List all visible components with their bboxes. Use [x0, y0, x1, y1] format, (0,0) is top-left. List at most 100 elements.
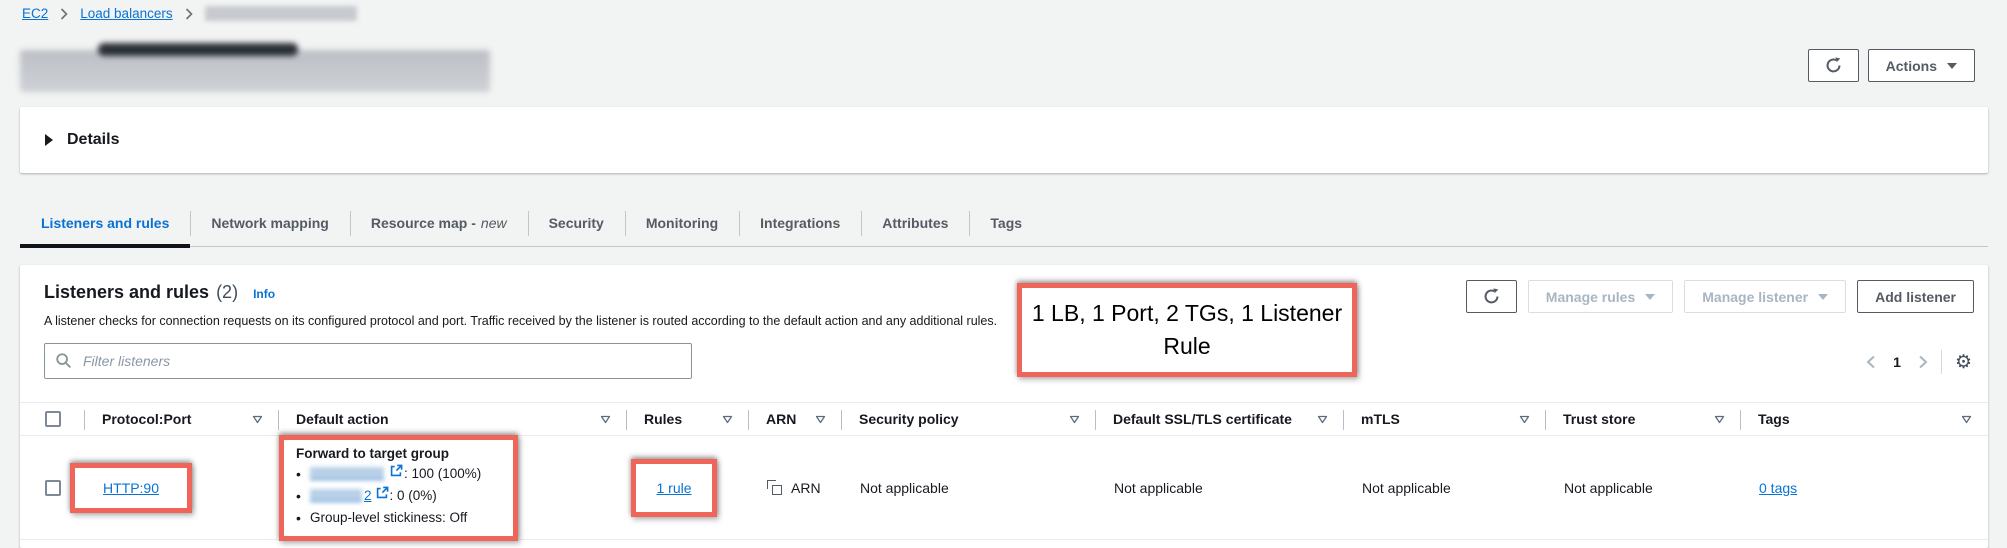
- table-header-row: Protocol:Port Default action Rules ARN S…: [20, 402, 1988, 436]
- next-page-icon[interactable]: [1918, 355, 1928, 369]
- sort-icon[interactable]: [815, 415, 826, 424]
- page-number[interactable]: 1: [1889, 354, 1905, 370]
- security-policy-cell: Not applicable: [842, 480, 1096, 496]
- manage-rules-button[interactable]: Manage rules: [1528, 280, 1673, 313]
- copy-icon[interactable]: [767, 480, 782, 495]
- chevron-right-icon: [60, 8, 68, 20]
- sort-icon[interactable]: [1069, 415, 1080, 424]
- tab-security[interactable]: Security: [528, 200, 625, 246]
- tab-bar: Listeners and rules Network mapping Reso…: [20, 200, 1988, 247]
- select-all-checkbox-cell: [20, 403, 85, 435]
- column-header-mtls[interactable]: mTLS: [1344, 403, 1546, 435]
- default-action-cell: Forward to target group : 100 (100%): [279, 435, 627, 541]
- redacted-target-group-2[interactable]: [310, 489, 362, 502]
- annotation-box-default-action: Forward to target group : 100 (100%): [279, 435, 518, 541]
- panel-description: A listener checks for connection request…: [44, 314, 997, 328]
- refresh-button[interactable]: [1808, 49, 1859, 82]
- annotation-callout: 1 LB, 1 Port, 2 TGs, 1 Listener Rule: [1017, 283, 1357, 377]
- tab-resource-map[interactable]: Resource map - new: [350, 200, 528, 246]
- breadcrumb: EC2 Load balancers: [22, 6, 357, 21]
- tags-link[interactable]: 0 tags: [1759, 480, 1797, 496]
- pagination-divider: [1941, 350, 1942, 374]
- filter-container: [44, 343, 692, 379]
- redacted-load-balancer-name: [205, 6, 357, 21]
- pagination: 1 ⚙: [1866, 350, 1972, 374]
- target-group-1-item: : 100 (100%): [296, 464, 503, 484]
- arn-cell: ARN: [749, 480, 842, 496]
- previous-page-icon[interactable]: [1866, 355, 1876, 369]
- actions-button-label: Actions: [1886, 58, 1937, 74]
- ec2-load-balancer-page: EC2 Load balancers Actions Details Liste…: [0, 0, 2007, 548]
- tab-tags[interactable]: Tags: [969, 200, 1043, 246]
- annotation-box-rules: 1 rule: [631, 459, 717, 517]
- chevron-down-icon: [1818, 294, 1828, 300]
- listeners-panel: Listeners and rules (2) Info A listener …: [20, 265, 1988, 548]
- tab-listeners-and-rules[interactable]: Listeners and rules: [20, 200, 190, 246]
- refresh-icon: [1483, 288, 1500, 305]
- sort-icon[interactable]: [600, 415, 611, 424]
- sort-icon[interactable]: [1714, 415, 1725, 424]
- gear-icon[interactable]: ⚙: [1955, 353, 1972, 372]
- row-checkbox[interactable]: [45, 480, 61, 496]
- refresh-listeners-button[interactable]: [1466, 280, 1517, 313]
- target-group-2-item: 2 : 0 (0%): [296, 486, 503, 506]
- external-link-icon[interactable]: [389, 464, 403, 484]
- sort-icon[interactable]: [252, 415, 263, 424]
- listener-link[interactable]: HTTP:90: [103, 480, 159, 496]
- external-link-icon[interactable]: [375, 486, 389, 506]
- table-row: HTTP:90 Forward to target group :: [20, 436, 1988, 540]
- column-header-protocol-port[interactable]: Protocol:Port: [85, 403, 279, 435]
- details-title: Details: [67, 131, 119, 149]
- refresh-icon: [1825, 57, 1842, 74]
- ssl-certificate-cell: Not applicable: [1096, 480, 1344, 496]
- rules-link[interactable]: 1 rule: [656, 480, 691, 496]
- column-header-security-policy[interactable]: Security policy: [842, 403, 1096, 435]
- tab-monitoring[interactable]: Monitoring: [625, 200, 739, 246]
- info-link[interactable]: Info: [253, 287, 275, 301]
- stickiness-item: Group-level stickiness: Off: [296, 508, 503, 528]
- search-icon: [55, 352, 72, 374]
- tab-integrations[interactable]: Integrations: [739, 200, 861, 246]
- column-header-default-action[interactable]: Default action: [279, 403, 627, 435]
- tg1-weight: : 100 (100%): [404, 464, 481, 484]
- chevron-down-icon: [1947, 63, 1957, 69]
- tab-network-mapping[interactable]: Network mapping: [190, 200, 349, 246]
- actions-button[interactable]: Actions: [1868, 49, 1975, 82]
- add-listener-button[interactable]: Add listener: [1857, 280, 1974, 313]
- column-header-ssl-certificate[interactable]: Default SSL/TLS certificate: [1096, 403, 1344, 435]
- manage-listener-button[interactable]: Manage listener: [1684, 280, 1846, 313]
- column-header-tags[interactable]: Tags: [1741, 403, 1988, 435]
- tg2-weight: : 0 (0%): [390, 486, 437, 506]
- sort-icon[interactable]: [1317, 415, 1328, 424]
- panel-toolbar: Manage rules Manage listener Add listene…: [1466, 280, 1974, 313]
- page-header-actions: Actions: [1808, 49, 1975, 82]
- breadcrumb-link-ec2[interactable]: EC2: [22, 6, 48, 21]
- filter-listeners-input[interactable]: [44, 343, 692, 379]
- expand-arrow-icon: [45, 134, 53, 146]
- forward-title: Forward to target group: [296, 446, 503, 461]
- mtls-cell: Not applicable: [1344, 480, 1546, 496]
- chevron-right-icon: [185, 8, 193, 20]
- details-section[interactable]: Details: [20, 107, 1988, 173]
- sort-icon[interactable]: [722, 415, 733, 424]
- protocol-port-cell: HTTP:90: [85, 463, 279, 513]
- arn-label: ARN: [791, 480, 821, 496]
- redacted-page-title: [20, 50, 490, 92]
- listener-count: (2): [216, 282, 238, 303]
- target-group-2-link[interactable]: 2: [364, 486, 372, 506]
- rules-cell: 1 rule: [627, 459, 749, 517]
- column-header-arn[interactable]: ARN: [749, 403, 842, 435]
- annotation-box-protocol: HTTP:90: [70, 463, 192, 513]
- chevron-down-icon: [1645, 294, 1655, 300]
- trust-store-cell: Not applicable: [1546, 480, 1741, 496]
- column-header-trust-store[interactable]: Trust store: [1546, 403, 1741, 435]
- sort-icon[interactable]: [1961, 415, 1972, 424]
- breadcrumb-link-load-balancers[interactable]: Load balancers: [80, 6, 172, 21]
- tab-attributes[interactable]: Attributes: [861, 200, 969, 246]
- sort-icon[interactable]: [1519, 415, 1530, 424]
- listeners-table: Protocol:Port Default action Rules ARN S…: [20, 402, 1988, 540]
- annotation-text: 1 LB, 1 Port, 2 TGs, 1 Listener Rule: [1029, 297, 1345, 364]
- redacted-target-group-1[interactable]: [310, 467, 384, 480]
- select-all-checkbox[interactable]: [45, 411, 61, 427]
- column-header-rules[interactable]: Rules: [627, 403, 749, 435]
